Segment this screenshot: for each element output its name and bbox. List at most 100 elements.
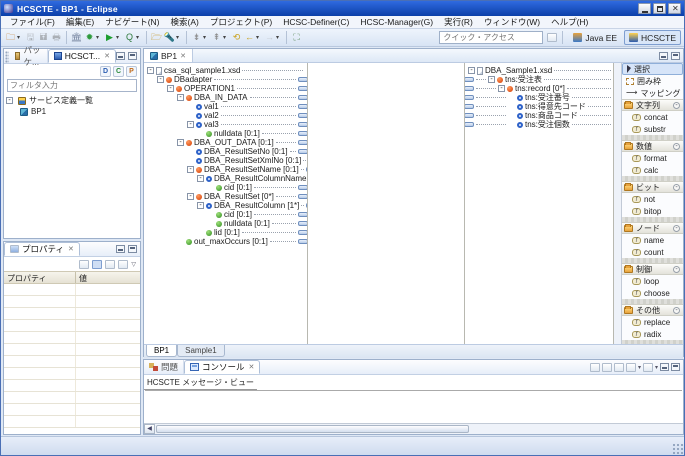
palette-item-bitop[interactable]: fbitop [622,205,683,217]
minimize-view-icon[interactable] [116,245,125,253]
console-horizontal-scrollbar[interactable]: ◀ [144,423,683,434]
perspective-hcscte[interactable]: HCSCTE [624,30,681,45]
table-row[interactable] [4,368,140,380]
tree-node[interactable]: -DBA_IN_DATA [144,93,307,102]
close-button[interactable]: ✕ [668,3,681,14]
menu-item-3[interactable]: 検索(A) [166,15,204,29]
clear-console-icon[interactable] [590,363,600,372]
tree-node[interactable]: DBA_ResultSetNo [0:1] [144,147,307,156]
collapse-icon[interactable]: - [468,67,475,74]
new-dropdown-icon[interactable]: ▾ [17,34,23,41]
mapping-handle[interactable] [298,221,308,226]
menu-item-7[interactable]: 実行(R) [439,15,478,29]
mapping-handle[interactable] [465,77,474,82]
tree-node[interactable]: val1 [144,102,307,111]
tab-bp1-editor[interactable]: BP1 ✕ [144,49,193,62]
editor-vertical-scrollbar[interactable] [614,63,622,344]
close-tab-icon[interactable]: ✕ [104,52,110,60]
collapse-icon[interactable]: - [197,175,204,182]
tree-node[interactable]: -DBadapter [144,75,307,84]
menu-item-9[interactable]: ヘルプ(H) [546,15,593,29]
table-row[interactable] [4,416,140,428]
maximize-view-icon[interactable] [128,52,137,60]
palette-group-5[interactable]: その他- [622,304,683,316]
view-menu-icon[interactable]: ▽ [131,261,136,268]
table-row[interactable] [4,332,140,344]
collapse-group-icon[interactable]: - [673,307,680,314]
column-value[interactable]: 値 [76,272,140,283]
resize-grip[interactable] [672,443,683,454]
collapse-icon[interactable]: - [177,94,184,101]
tree-node[interactable]: -OPERATION1 [144,84,307,93]
menu-item-0[interactable]: ファイル(F) [5,15,60,29]
tree-node-service-list[interactable]: - サービス定義一覧 [6,95,138,106]
open-perspective-icon[interactable] [547,33,557,42]
palette-tool-select[interactable]: 選択 [622,63,683,75]
definer-tool-icon-3[interactable]: P [126,66,137,77]
hcsc-repository-icon[interactable]: 🏛 [70,31,83,44]
forward-icon[interactable]: → [263,31,276,44]
link-editor-icon[interactable]: ⛶ [290,31,303,44]
run-history-icon[interactable]: Q [123,31,136,44]
page-tab-bp1[interactable]: BP1 [146,345,177,357]
collapse-icon[interactable]: - [157,76,164,83]
mapping-handle[interactable] [298,140,308,145]
display-console-dropdown-icon[interactable]: ▾ [638,364,641,371]
close-tab-icon[interactable]: ✕ [68,245,74,253]
display-console-icon[interactable] [626,363,636,372]
table-row[interactable] [4,404,140,416]
palette-item-name[interactable]: fname [622,234,683,246]
minimize-button[interactable] [638,3,651,14]
run-icon[interactable]: ▶ [103,31,116,44]
palette-group-4[interactable]: 制御- [622,263,683,275]
tree-node[interactable]: tns:受注個数 [465,120,613,129]
collapse-group-icon[interactable]: - [673,102,680,109]
tab-console[interactable]: コンソール ✕ [184,360,260,374]
close-tab-icon[interactable]: ✕ [249,363,255,371]
mapping-handle[interactable] [298,77,308,82]
table-row[interactable] [4,296,140,308]
collapse-icon[interactable]: - [488,76,495,83]
collapse-icon[interactable]: - [167,85,174,92]
tree-node[interactable]: -DBA_ResultSetName [0:1] [144,165,307,174]
tree-node[interactable]: lid [0:1] [144,228,307,237]
palette-item-choose[interactable]: fchoose [622,287,683,299]
page-tab-sample1[interactable]: Sample1 [177,345,225,357]
maximize-button[interactable] [653,3,666,14]
tree-node[interactable]: -csa_sql_sample1.xsd [144,66,307,75]
palette-item-not[interactable]: fnot [622,193,683,205]
mapping-handle[interactable] [298,122,308,127]
table-row[interactable] [4,320,140,332]
mapping-handle[interactable] [465,113,474,118]
menu-item-2[interactable]: ナビゲート(N) [100,15,164,29]
tree-node[interactable]: nulldata [0:1] [144,219,307,228]
back-icon[interactable]: ← [243,31,256,44]
restore-icon[interactable] [118,260,128,269]
tree-node[interactable]: cid [0:1] [144,210,307,219]
new-wizard-icon[interactable]: 🗀 [4,31,17,44]
table-row[interactable] [4,356,140,368]
mapping-handle[interactable] [465,122,474,127]
definer-tool-icon-1[interactable]: D [100,66,111,77]
table-row[interactable] [4,392,140,404]
palette-group-3[interactable]: ノード- [622,222,683,234]
tree-node[interactable]: out_maxOccurs [0:1] [144,237,307,246]
properties-table[interactable] [4,284,140,434]
menu-item-4[interactable]: プロジェクト(P) [205,15,277,29]
collapse-icon[interactable]: - [187,193,194,200]
mapping-handle[interactable] [298,131,308,136]
definer-tool-icon-2[interactable]: C [113,66,124,77]
tab-properties[interactable]: プロパティ ✕ [4,242,80,256]
palette-item-count[interactable]: fcount [622,246,683,258]
collapse-icon[interactable]: - [6,97,13,104]
scrollbar-thumb[interactable] [156,425,469,433]
mapping-handle[interactable] [298,185,308,190]
maximize-view-icon[interactable] [671,52,680,60]
palette-item-format[interactable]: fformat [622,152,683,164]
collapse-icon[interactable]: - [498,85,505,92]
tree-node[interactable]: -DBA_ResultColumn [1*] [144,201,307,210]
tree-node[interactable]: nulldata [0:1] [144,129,307,138]
mapping-handle[interactable] [298,86,308,91]
scroll-lock-icon[interactable] [602,363,612,372]
open-console-icon[interactable] [643,363,653,372]
